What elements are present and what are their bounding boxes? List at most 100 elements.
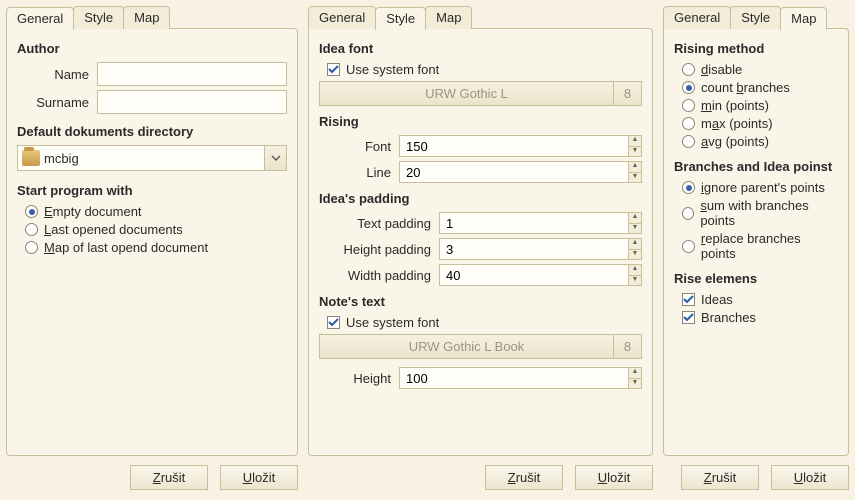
rising-line-spinner[interactable]: ▲▼: [399, 161, 642, 183]
check-ideas[interactable]: Ideas: [682, 292, 838, 307]
note-use-system-check[interactable]: Use system font: [327, 315, 642, 330]
cancel-button[interactable]: Zrušit: [485, 465, 563, 490]
note-height-spinner[interactable]: ▲▼: [399, 367, 642, 389]
rising-method-title: Rising method: [674, 41, 838, 56]
panel-map: General Style Map Rising method disable …: [663, 6, 849, 494]
spinner-down-icon[interactable]: ▼: [628, 146, 642, 157]
cancel-button[interactable]: Zrušit: [681, 465, 759, 490]
idea-font-button[interactable]: URW Gothic L 8: [319, 81, 642, 106]
save-button[interactable]: Uložit: [220, 465, 298, 490]
w-pad-spinner[interactable]: ▲▼: [439, 264, 642, 286]
text-pad-label: Text padding: [319, 216, 439, 231]
tab-general[interactable]: General: [663, 6, 731, 29]
tab-style[interactable]: Style: [730, 6, 781, 29]
radio-icon: [25, 205, 38, 218]
tab-map[interactable]: Map: [123, 6, 170, 29]
tabs: General Style Map: [6, 6, 298, 29]
text-pad-spinner[interactable]: ▲▼: [439, 212, 642, 234]
h-pad-label: Height padding: [319, 242, 439, 257]
note-height-input[interactable]: [399, 367, 628, 389]
spinner-down-icon[interactable]: ▼: [628, 223, 642, 234]
name-label: Name: [17, 67, 97, 82]
spinner-up-icon[interactable]: ▲: [628, 212, 642, 223]
opt-sum[interactable]: sum with branches points: [682, 198, 838, 228]
radio-icon: [25, 241, 38, 254]
opt-last[interactable]: Last opened documents: [25, 222, 287, 237]
padding-title: Idea's padding: [319, 191, 642, 206]
w-pad-input[interactable]: [439, 264, 628, 286]
branches-title: Branches and Idea poinst: [674, 159, 838, 174]
radio-icon: [682, 99, 695, 112]
spinner-down-icon[interactable]: ▼: [628, 275, 642, 286]
panel-style: General Style Map Idea font Use system f…: [308, 6, 653, 494]
font-size: 8: [613, 82, 641, 105]
rising-font-spinner[interactable]: ▲▼: [399, 135, 642, 157]
button-row: Zrušit Uložit: [663, 465, 849, 490]
map-content: Rising method disable count branches min…: [663, 28, 849, 456]
note-font-name: URW Gothic L Book: [320, 335, 613, 358]
opt-min[interactable]: min (points): [682, 98, 838, 113]
spinner-down-icon[interactable]: ▼: [628, 378, 642, 389]
panel-general: General Style Map Author Name Surname De…: [6, 6, 298, 494]
rising-title: Rising: [319, 114, 642, 129]
opt-disable[interactable]: disable: [682, 62, 838, 77]
tab-map[interactable]: Map: [780, 7, 827, 30]
checkbox-icon: [327, 63, 340, 76]
spinner-down-icon[interactable]: ▼: [628, 249, 642, 260]
chevron-down-icon[interactable]: [264, 146, 286, 170]
spinner-up-icon[interactable]: ▲: [628, 135, 642, 146]
opt-replace[interactable]: replace branches points: [682, 231, 838, 261]
spinner-up-icon[interactable]: ▲: [628, 161, 642, 172]
h-pad-input[interactable]: [439, 238, 628, 260]
opt-ignore[interactable]: ignore parent's points: [682, 180, 838, 195]
font-name: URW Gothic L: [320, 82, 613, 105]
h-pad-spinner[interactable]: ▲▼: [439, 238, 642, 260]
check-branches[interactable]: Branches: [682, 310, 838, 325]
tab-general[interactable]: General: [308, 6, 376, 29]
idea-font-title: Idea font: [319, 41, 642, 56]
dir-combo[interactable]: mcbig: [17, 145, 287, 171]
spinner-down-icon[interactable]: ▼: [628, 172, 642, 183]
checkbox-icon: [682, 311, 695, 324]
opt-max[interactable]: max (points): [682, 116, 838, 131]
note-font-button[interactable]: URW Gothic L Book 8: [319, 334, 642, 359]
radio-icon: [682, 63, 695, 76]
use-system-font-check[interactable]: Use system font: [327, 62, 642, 77]
radio-icon: [682, 207, 694, 220]
save-button[interactable]: Uložit: [771, 465, 849, 490]
general-content: Author Name Surname Default dokuments di…: [6, 28, 298, 456]
tab-general[interactable]: General: [6, 7, 74, 30]
tab-style[interactable]: Style: [73, 6, 124, 29]
spinner-up-icon[interactable]: ▲: [628, 367, 642, 378]
tabs: General Style Map: [663, 6, 849, 29]
text-pad-input[interactable]: [439, 212, 628, 234]
tab-map[interactable]: Map: [425, 6, 472, 29]
surname-label: Surname: [17, 95, 97, 110]
radio-icon: [682, 81, 695, 94]
cancel-button[interactable]: Zrušit: [130, 465, 208, 490]
opt-empty[interactable]: Empty document: [25, 204, 287, 219]
dir-title: Default dokuments directory: [17, 124, 287, 139]
radio-icon: [25, 223, 38, 236]
name-input[interactable]: [97, 62, 287, 86]
note-height-label: Height: [319, 371, 399, 386]
radio-icon: [682, 240, 695, 253]
tabs: General Style Map: [308, 6, 653, 29]
rising-line-input[interactable]: [399, 161, 628, 183]
start-title: Start program with: [17, 183, 287, 198]
spinner-up-icon[interactable]: ▲: [628, 238, 642, 249]
opt-map[interactable]: Map of last opend document: [25, 240, 287, 255]
rise-elem-title: Rise elemens: [674, 271, 838, 286]
spinner-up-icon[interactable]: ▲: [628, 264, 642, 275]
surname-input[interactable]: [97, 90, 287, 114]
tab-style[interactable]: Style: [375, 7, 426, 30]
opt-avg[interactable]: avg (points): [682, 134, 838, 149]
opt-count[interactable]: count branches: [682, 80, 838, 95]
note-title: Note's text: [319, 294, 642, 309]
rising-font-input[interactable]: [399, 135, 628, 157]
save-button[interactable]: Uložit: [575, 465, 653, 490]
checkbox-icon: [682, 293, 695, 306]
radio-icon: [682, 135, 695, 148]
author-title: Author: [17, 41, 287, 56]
dir-value: mcbig: [44, 151, 264, 166]
